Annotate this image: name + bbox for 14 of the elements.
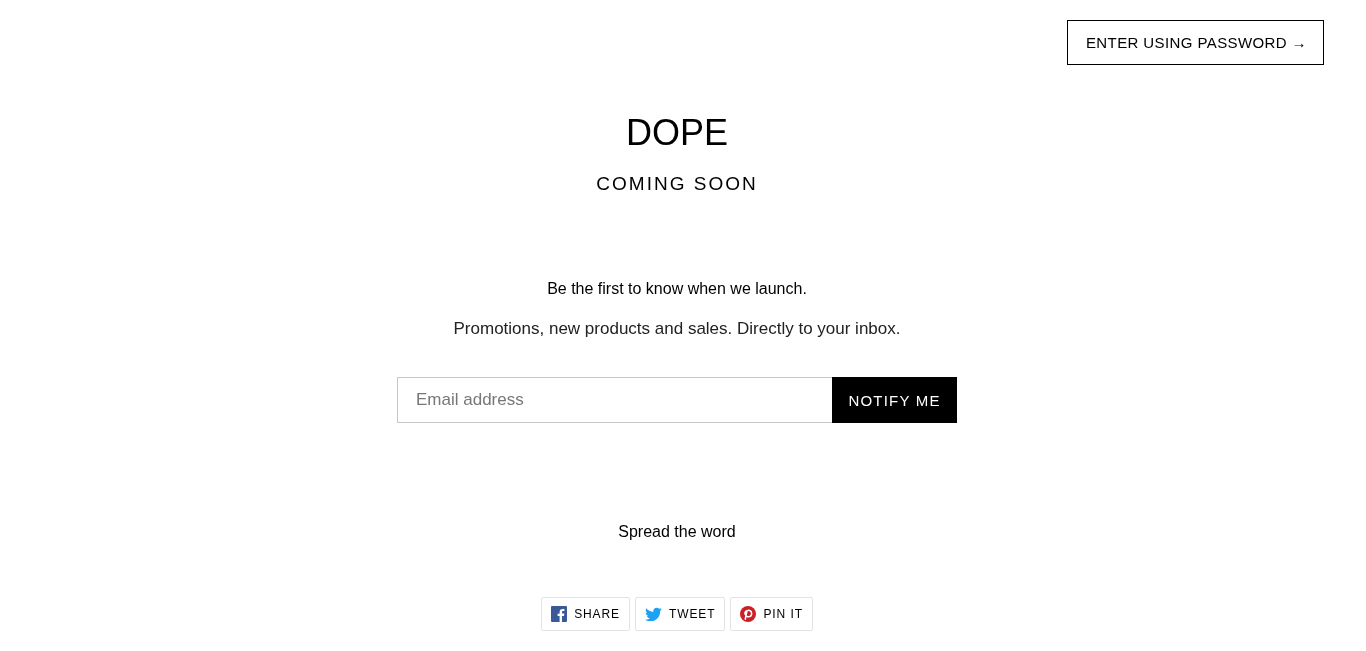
facebook-share-button[interactable]: SHARE	[541, 597, 630, 631]
store-title: DOPE	[626, 111, 728, 155]
launch-heading: Be the first to know when we launch.	[547, 279, 807, 299]
notify-button[interactable]: NOTIFY ME	[832, 377, 957, 423]
coming-soon-subtitle: COMING SOON	[596, 172, 758, 196]
email-input[interactable]: Email address	[397, 377, 832, 423]
share-heading: Spread the word	[618, 522, 736, 542]
newsletter-description: Promotions, new products and sales. Directly to your inbox.	[453, 318, 901, 340]
twitter-share-button[interactable]: TWEET	[634, 597, 726, 631]
enter-password-link[interactable]: ENTER USING PASSWORD →	[1066, 20, 1324, 65]
pinterest-share-button[interactable]: PIN IT	[730, 597, 813, 631]
bird-icon	[644, 607, 662, 621]
pinterest-icon	[740, 606, 757, 622]
facebook-icon	[551, 606, 568, 622]
